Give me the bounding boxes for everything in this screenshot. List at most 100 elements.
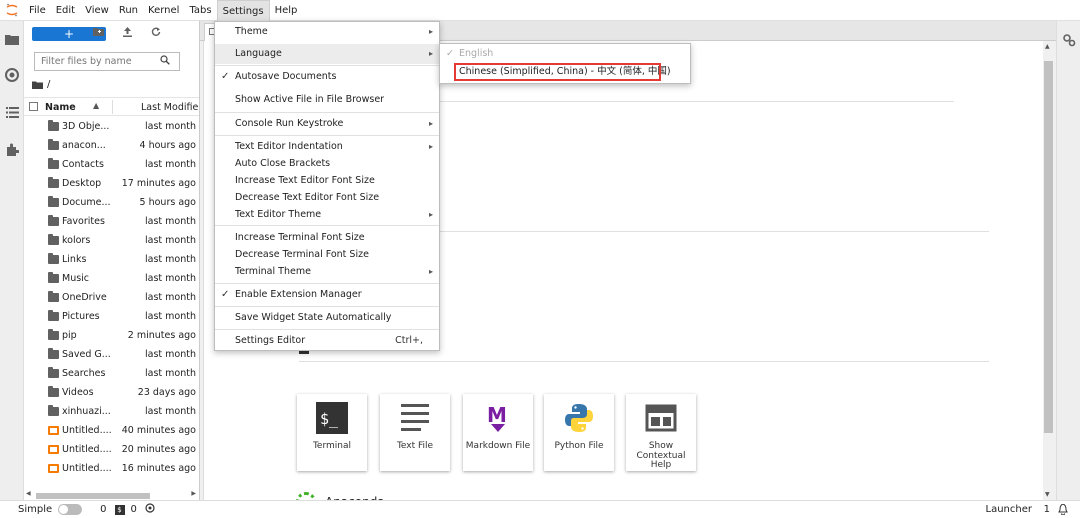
menubar: File Edit View Run Kernel Tabs Settings Help — [0, 0, 1080, 21]
file-row[interactable]: Untitled.... 20 minutes ago — [24, 440, 199, 459]
menu-item-label: Language — [235, 48, 282, 59]
scroll-right-icon[interactable]: ▶ — [191, 490, 196, 497]
language-submenu: ✓ English Chinese (Simplified, China) - … — [439, 43, 691, 84]
file-row[interactable]: Links last month — [24, 250, 199, 269]
menu-file[interactable]: File — [24, 0, 51, 21]
settings-menu-item-autosave-documents[interactable]: ✓ Autosave Documents — [215, 67, 439, 87]
file-row[interactable]: Untitled.... 16 minutes ago — [24, 459, 199, 478]
menu-view[interactable]: View — [80, 0, 114, 21]
folder-icon — [48, 177, 59, 188]
menu-run[interactable]: Run — [114, 0, 143, 21]
file-modified: last month — [145, 349, 196, 360]
menu-help[interactable]: Help — [270, 0, 303, 21]
settings-menu-item-console-run-keystroke[interactable]: Console Run Keystroke ▸ — [215, 114, 439, 134]
file-row[interactable]: kolors last month — [24, 231, 199, 250]
folder-icon — [48, 367, 59, 378]
running-icon[interactable] — [4, 67, 20, 83]
menu-kernel[interactable]: Kernel — [143, 0, 184, 21]
python-file-card[interactable]: Python File — [544, 394, 614, 471]
new-folder-icon[interactable] — [91, 27, 105, 41]
chevron-right-icon: ▸ — [428, 267, 433, 276]
scroll-down-icon[interactable]: ▼ — [1045, 491, 1050, 498]
file-row[interactable]: pip 2 minutes ago — [24, 326, 199, 345]
notebook-icon — [48, 426, 59, 435]
file-row[interactable]: anacon... 4 hours ago — [24, 136, 199, 155]
chevron-right-icon: ▸ — [428, 49, 433, 58]
file-row[interactable]: Saved G... last month — [24, 345, 199, 364]
file-name: Pictures — [62, 311, 100, 322]
scrollbar-thumb[interactable] — [36, 493, 150, 499]
simple-mode-toggle[interactable] — [58, 504, 83, 515]
file-modified: last month — [145, 273, 196, 284]
settings-menu-item-save-widget-state-automatically[interactable]: Save Widget State Automatically — [215, 308, 439, 328]
scroll-up-icon[interactable]: ▲ — [1045, 43, 1050, 50]
file-name: Links — [62, 254, 87, 265]
settings-menu-item-settings-editor[interactable]: Settings Editor Ctrl+, — [215, 331, 439, 351]
file-row[interactable]: Music last month — [24, 269, 199, 288]
file-row[interactable]: Docume... 5 hours ago — [24, 193, 199, 212]
folder-icon — [48, 272, 59, 283]
scroll-left-icon[interactable]: ◀ — [26, 490, 31, 497]
settings-menu-item-text-editor-theme[interactable]: Text Editor Theme ▸ — [215, 205, 439, 225]
contextual-help-icon — [645, 402, 677, 434]
jupyter-logo-icon — [0, 0, 24, 21]
last-modified-column-header[interactable]: Last Modified — [141, 102, 199, 113]
folder-icon[interactable] — [4, 31, 20, 47]
menu-settings[interactable]: Settings — [216, 0, 270, 21]
file-row[interactable]: xinhuazi... last month — [24, 402, 199, 421]
name-column-header[interactable]: Name — [45, 102, 76, 113]
settings-menu-item-terminal-theme[interactable]: Terminal Theme ▸ — [215, 262, 439, 282]
file-row[interactable]: Untitled.... 40 minutes ago — [24, 421, 199, 440]
left-sidebar — [0, 21, 24, 500]
breadcrumb[interactable]: / — [32, 79, 50, 90]
file-row[interactable]: 3D Obje... last month — [24, 117, 199, 136]
file-name: 3D Obje... — [62, 121, 110, 132]
contextual-help-card[interactable]: Show Contextual Help — [626, 394, 696, 471]
filter-files-input[interactable]: Filter files by name — [34, 52, 180, 71]
text-file-icon — [399, 402, 431, 434]
upload-icon[interactable] — [120, 27, 134, 41]
file-name: Docume... — [62, 197, 111, 208]
extensions-icon[interactable] — [4, 141, 20, 157]
file-row[interactable]: Desktop 17 minutes ago — [24, 174, 199, 193]
markdown-file-card[interactable]: M Markdown File — [463, 394, 533, 471]
scrollbar-thumb[interactable] — [1044, 61, 1053, 433]
file-name: pip — [62, 330, 77, 341]
file-name: Videos — [62, 387, 94, 398]
shortcut-label: Ctrl+, — [395, 335, 423, 346]
file-row[interactable]: Contacts last month — [24, 155, 199, 174]
file-row[interactable]: Favorites last month — [24, 212, 199, 231]
column-divider[interactable] — [112, 100, 113, 114]
table-of-contents-icon[interactable] — [4, 104, 20, 120]
menu-tabs[interactable]: Tabs — [184, 0, 216, 21]
folder-icon — [48, 405, 59, 416]
select-all-checkbox[interactable] — [29, 102, 38, 111]
refresh-icon[interactable] — [149, 27, 163, 41]
kernels-count[interactable]: 0 — [131, 504, 137, 515]
highlight-box — [454, 63, 661, 81]
file-modified: 40 minutes ago — [121, 425, 196, 436]
file-row[interactable]: Videos 23 days ago — [24, 383, 199, 402]
terminal-card[interactable]: $_ Terminal — [297, 394, 367, 471]
notification-count: 1 — [1043, 504, 1050, 515]
active-tab-label: Launcher — [985, 504, 1032, 515]
file-row[interactable]: OneDrive last month — [24, 288, 199, 307]
file-row[interactable]: Pictures last month — [24, 307, 199, 326]
menu-edit[interactable]: Edit — [51, 0, 80, 21]
settings-menu: Theme ▸ Language ▸ ✓ Autosave Documents Show A… — [214, 21, 440, 351]
property-inspector-icon[interactable] — [1062, 33, 1076, 50]
file-modified: last month — [145, 292, 196, 303]
vertical-scrollbar[interactable]: ▲ ▼ — [1043, 41, 1054, 500]
settings-menu-item-show-active-file-in-file-browser[interactable]: Show Active File in File Browser — [215, 90, 439, 110]
settings-menu-item-language[interactable]: Language ▸ — [215, 44, 439, 64]
text-file-card[interactable]: Text File — [380, 394, 450, 471]
file-modified: 4 hours ago — [139, 140, 196, 151]
menu-item-label: Save Widget State Automatically — [235, 312, 392, 323]
settings-menu-item-theme[interactable]: Theme ▸ — [215, 22, 439, 42]
terminals-count[interactable]: 0 — [100, 504, 106, 515]
card-label: Terminal — [312, 441, 352, 451]
bell-icon[interactable] — [1058, 503, 1068, 518]
horizontal-scrollbar[interactable]: ◀ ▶ — [26, 490, 196, 499]
settings-menu-item-enable-extension-manager[interactable]: ✓ Enable Extension Manager — [215, 285, 439, 305]
file-row[interactable]: Searches last month — [24, 364, 199, 383]
